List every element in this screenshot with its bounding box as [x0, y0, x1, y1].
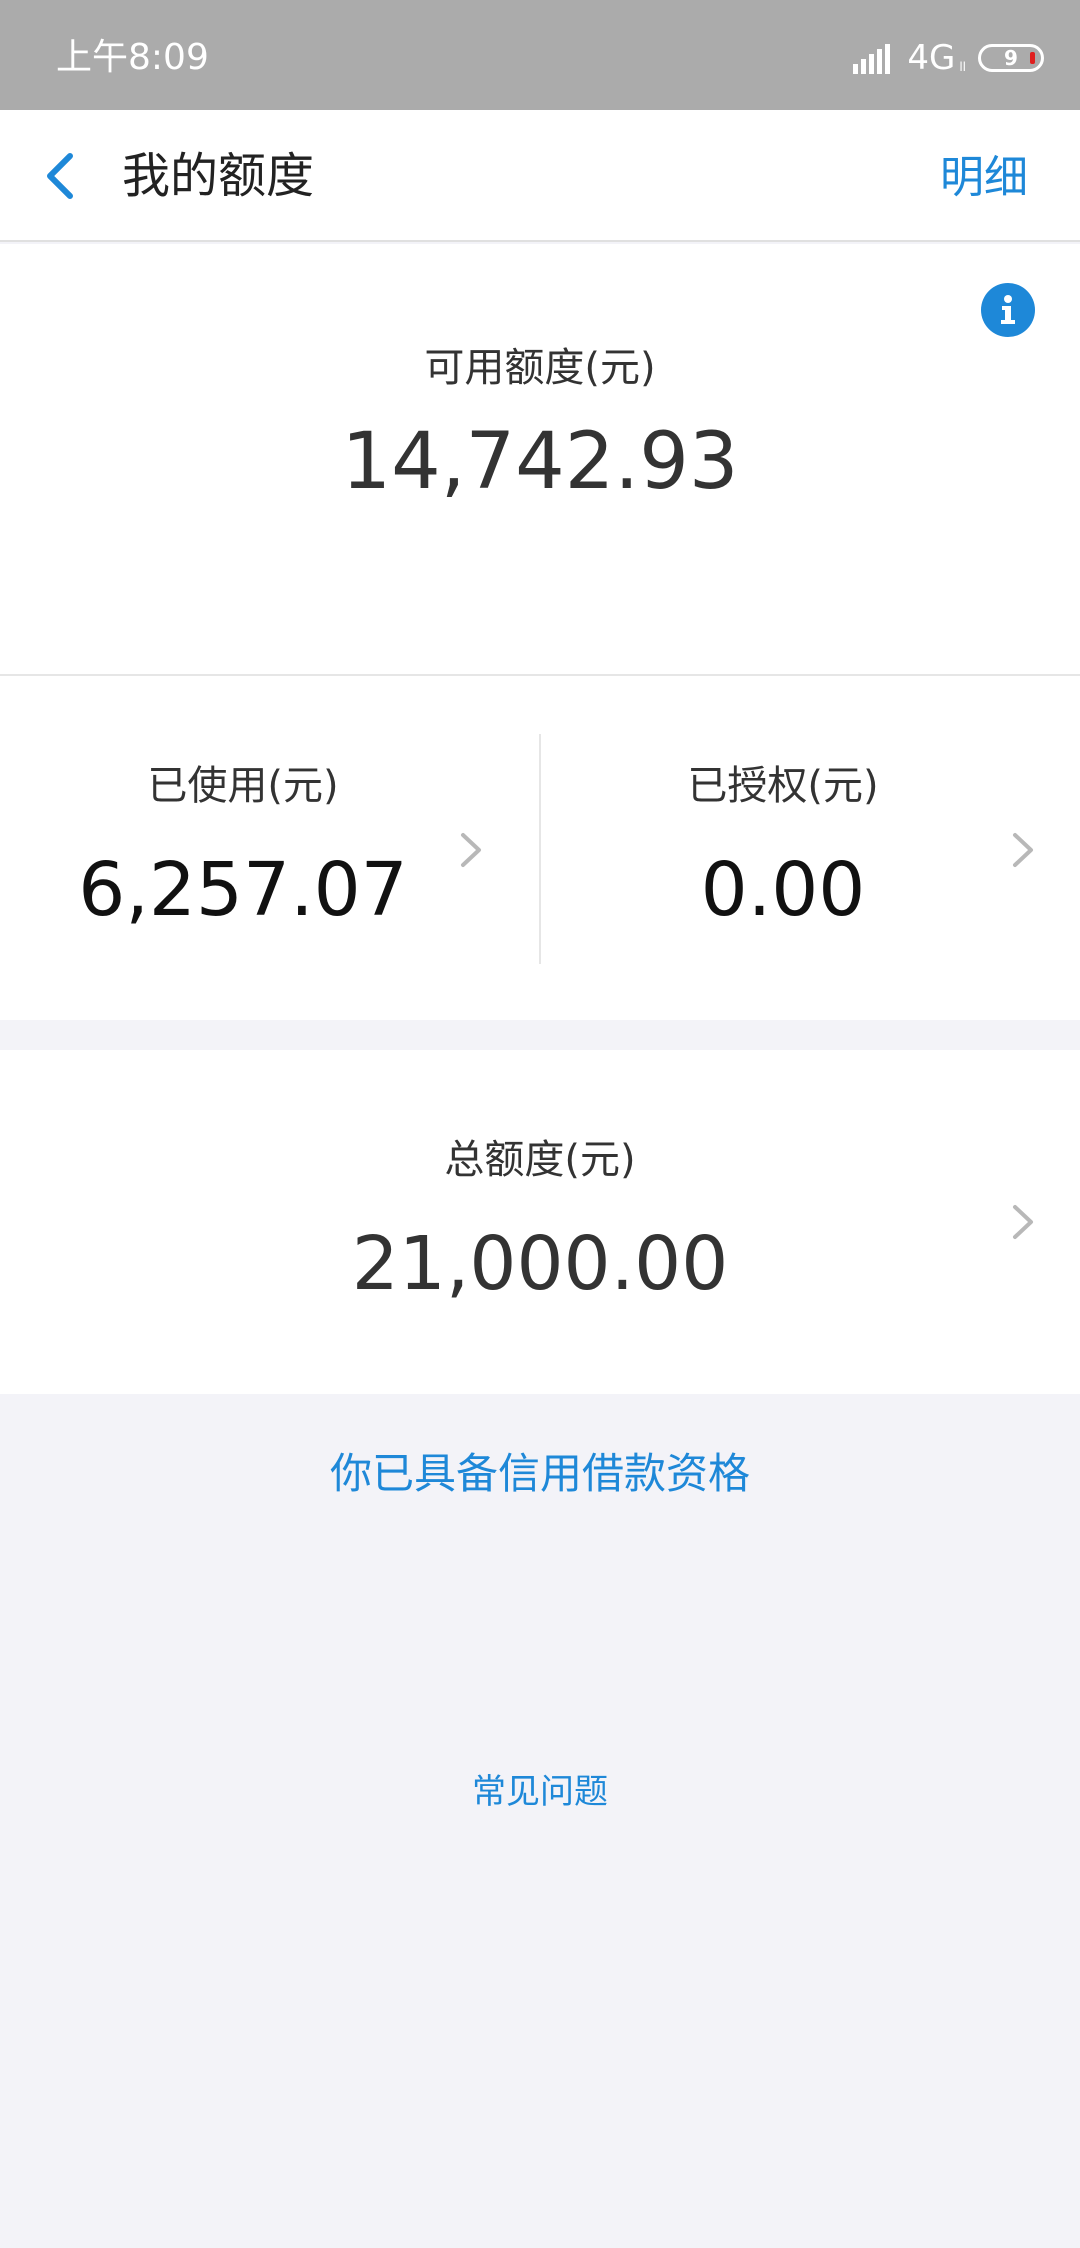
battery-low-indicator [1030, 52, 1035, 64]
usage-summary: 已使用(元) 6,257.07 已授权(元) 0.00 [0, 674, 1080, 1020]
status-bar: 上午8:09 4G ll 9 [0, 0, 1080, 110]
signal-icon [853, 44, 891, 74]
info-icon[interactable] [980, 282, 1036, 338]
available-credit-value: 14,742.93 [341, 417, 739, 507]
total-credit-label: 总额度(元) [444, 1137, 636, 1183]
chevron-right-icon [1013, 1205, 1033, 1239]
eligibility-link[interactable]: 你已具备信用借款资格 [0, 1446, 1080, 1502]
total-credit-item[interactable]: 总额度(元) 21,000.00 [0, 1050, 1080, 1394]
status-time: 上午8:09 [56, 37, 209, 78]
used-amount-value: 6,257.07 [78, 847, 408, 933]
used-amount-item[interactable]: 已使用(元) 6,257.07 [0, 676, 540, 1022]
network-type: 4G [907, 38, 956, 78]
available-credit-label: 可用额度(元) [424, 345, 656, 391]
status-indicators: 4G ll 9 [853, 38, 1044, 78]
battery-icon: 9 [978, 44, 1044, 72]
nav-bar: 我的额度 明细 [0, 110, 1080, 242]
chevron-left-icon[interactable] [40, 150, 80, 202]
authorized-amount-value: 0.00 [700, 847, 866, 933]
used-amount-label: 已使用(元) [147, 763, 339, 809]
authorized-amount-label: 已授权(元) [687, 763, 879, 809]
available-credit-card: 可用额度(元) 14,742.93 [0, 244, 1080, 674]
battery-level: 9 [1004, 46, 1018, 70]
volte-indicator: ll [959, 60, 966, 74]
authorized-amount-item[interactable]: 已授权(元) 0.00 [540, 676, 1080, 1022]
page-title: 我的额度 [122, 148, 315, 204]
detail-button[interactable]: 明细 [940, 150, 1028, 206]
total-credit-value: 21,000.00 [351, 1221, 729, 1307]
chevron-right-icon [1013, 833, 1033, 867]
chevron-right-icon [461, 833, 481, 867]
faq-link[interactable]: 常见问题 [0, 1770, 1080, 1814]
